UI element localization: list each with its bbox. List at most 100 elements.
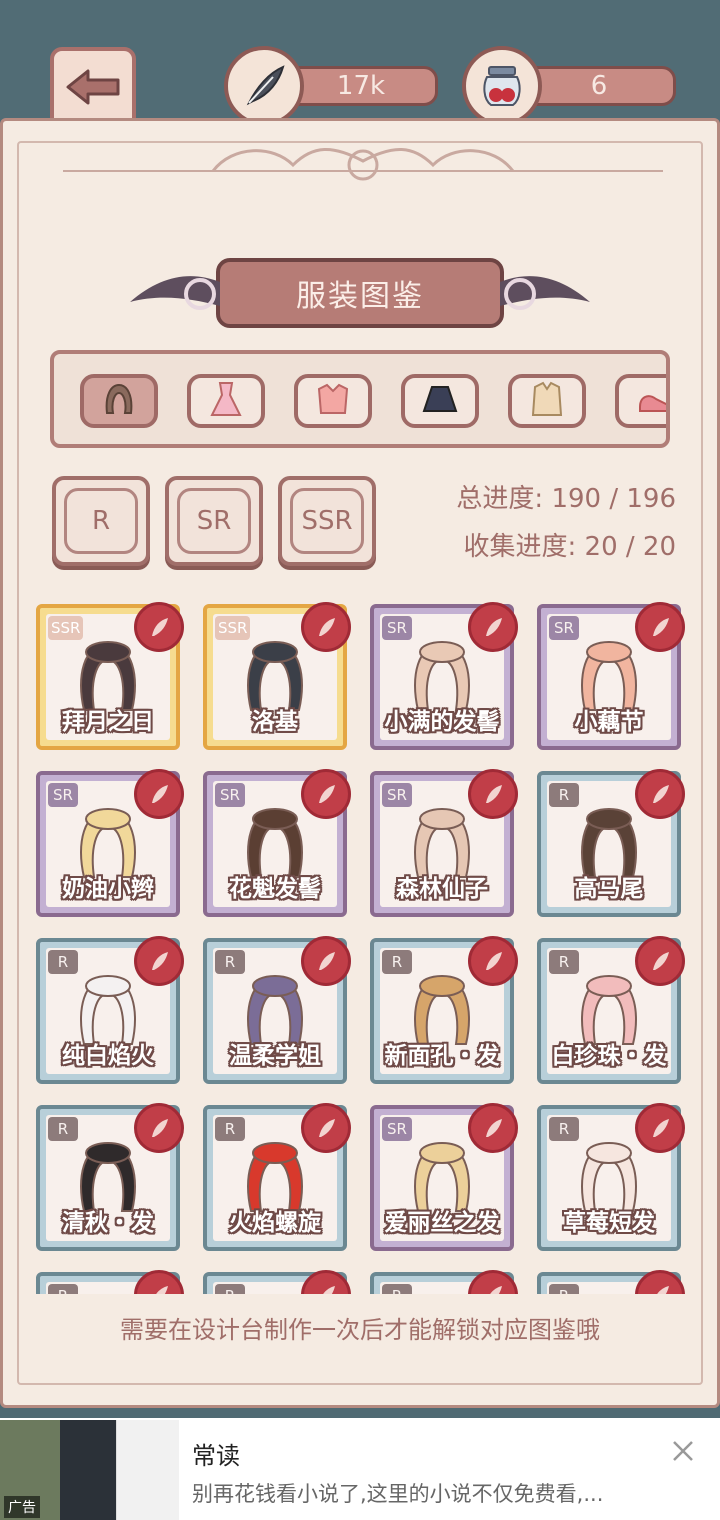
feather-icon — [224, 46, 304, 126]
card-name: 森林仙子 — [396, 876, 488, 902]
card-name: 新面孔・发 — [384, 1043, 500, 1069]
collection-card[interactable]: R 新面孔・发 — [370, 936, 518, 1084]
ornament-divider — [63, 148, 663, 181]
wax-seal-icon — [468, 936, 518, 986]
rarity-badge: R — [382, 1284, 412, 1294]
collection-card[interactable]: SR 奶油小辫 — [36, 769, 184, 917]
collection-card[interactable]: R — [36, 1270, 184, 1294]
page-title-text: 服装图鉴 — [296, 279, 424, 314]
wax-seal-icon — [635, 1270, 685, 1294]
collection-card[interactable]: SR 小满的发髻 — [370, 602, 518, 750]
arrow-left-icon — [64, 67, 122, 111]
collection-card[interactable]: R — [370, 1270, 518, 1294]
wax-seal-icon — [635, 602, 685, 652]
collection-card[interactable]: R 草莓短发 — [537, 1103, 685, 1251]
collection-card[interactable]: R 纯白焰火 — [36, 936, 184, 1084]
category-tabs — [50, 350, 670, 448]
card-name: 温柔学姐 — [229, 1043, 321, 1069]
collection-card[interactable]: SR 爱丽丝之发 — [370, 1103, 518, 1251]
wax-seal-icon — [134, 602, 184, 652]
filter-r-label: R — [91, 506, 111, 536]
card-name: 奶油小辫 — [62, 876, 154, 902]
banner-wing-left — [130, 276, 220, 310]
wax-seal-icon — [635, 1103, 685, 1153]
collect-progress: 收集进度: 20 / 20 — [463, 532, 676, 562]
rarity-badge: R — [549, 1284, 579, 1294]
collection-card[interactable]: R — [537, 1270, 685, 1294]
wax-seal-icon — [134, 769, 184, 819]
rarity-badge: R — [48, 1284, 78, 1294]
collection-card[interactable]: SSR 洛基 — [203, 602, 351, 750]
wax-seal-icon — [301, 602, 351, 652]
filter-ssr-button[interactable]: SSR — [278, 476, 376, 566]
ad-banner[interactable]: 广告 常读 别再花钱看小说了,这里的小说不仅免费看,... — [0, 1418, 720, 1520]
card-name: 花魁发髻 — [229, 876, 321, 902]
banner-wing-right — [500, 276, 590, 310]
wax-seal-icon — [468, 602, 518, 652]
tab-jacket[interactable] — [508, 374, 586, 428]
collection-card[interactable]: SR 花魁发髻 — [203, 769, 351, 917]
collection-card[interactable]: R 白珍珠・发 — [537, 936, 685, 1084]
filter-r-button[interactable]: R — [52, 476, 150, 566]
card-name: 火焰螺旋 — [229, 1210, 321, 1236]
collection-card[interactable]: R 温柔学姐 — [203, 936, 351, 1084]
shoe-icon — [634, 379, 666, 423]
close-icon[interactable] — [670, 1438, 696, 1464]
card-name: 洛基 — [252, 709, 298, 735]
collection-card[interactable]: R 高马尾 — [537, 769, 685, 917]
wax-seal-icon — [468, 1103, 518, 1153]
ad-thumbnail-phone — [60, 1420, 116, 1520]
wax-seal-icon — [301, 936, 351, 986]
collection-card[interactable]: R 火焰螺旋 — [203, 1103, 351, 1251]
card-name: 小满的发髻 — [384, 709, 500, 735]
filter-ssr-label: SSR — [301, 506, 353, 536]
wax-seal-icon — [468, 769, 518, 819]
hair-icon — [99, 379, 139, 423]
ad-description: 别再花钱看小说了,这里的小说不仅免费看,... — [192, 1482, 604, 1506]
unlock-hint: 需要在设计台制作一次后才能解锁对应图鉴哦 — [120, 1316, 600, 1344]
card-name: 小藕节 — [574, 709, 644, 735]
filter-sr-label: SR — [196, 506, 232, 536]
card-name: 纯白焰火 — [62, 1043, 154, 1069]
collection-card[interactable]: R 清秋・发 — [36, 1103, 184, 1251]
card-name: 爱丽丝之发 — [384, 1210, 500, 1236]
collection-card[interactable]: R — [203, 1270, 351, 1294]
jar-resource: 6 — [462, 46, 678, 126]
tab-shoe[interactable] — [615, 374, 666, 428]
wax-seal-icon — [134, 1270, 184, 1294]
wax-seal-icon — [635, 769, 685, 819]
collection-card[interactable]: SR 森林仙子 — [370, 769, 518, 917]
ad-thumbnail-person: 广告 — [0, 1420, 60, 1520]
tab-dress[interactable] — [187, 374, 265, 428]
wax-seal-icon — [301, 1103, 351, 1153]
ad-title: 常读 — [192, 1442, 240, 1470]
collection-grid: SSR 拜月之日 SSR 洛基 SR 小满的发髻 SR 小藕节 SR 奶油小辫 SR 花魁发髻 SR 森林… — [30, 596, 690, 1294]
collection-card[interactable]: SSR 拜月之日 — [36, 602, 184, 750]
wax-seal-icon — [468, 1270, 518, 1294]
wax-seal-icon — [635, 936, 685, 986]
page-title: 服装图鉴 — [216, 258, 504, 328]
tab-top[interactable] — [294, 374, 372, 428]
total-progress: 总进度: 190 / 196 — [456, 484, 676, 514]
ad-tag: 广告 — [4, 1496, 40, 1518]
top-icon — [313, 379, 353, 423]
filter-sr-button[interactable]: SR — [165, 476, 263, 566]
rarity-badge: R — [215, 1284, 245, 1294]
jacket-icon — [527, 379, 567, 423]
feather-count: 17k — [284, 66, 438, 106]
jam-jar-icon — [462, 46, 542, 126]
wax-seal-icon — [134, 1103, 184, 1153]
card-name: 拜月之日 — [62, 709, 154, 735]
tab-hair[interactable] — [80, 374, 158, 428]
card-name: 清秋・发 — [62, 1210, 154, 1236]
wax-seal-icon — [301, 769, 351, 819]
wax-seal-icon — [301, 1270, 351, 1294]
jar-count: 6 — [522, 66, 676, 106]
wax-seal-icon — [134, 936, 184, 986]
card-name: 高马尾 — [574, 876, 644, 902]
collection-card[interactable]: SR 小藕节 — [537, 602, 685, 750]
tab-skirt[interactable] — [401, 374, 479, 428]
card-name: 草莓短发 — [563, 1210, 655, 1236]
feather-resource: 17k — [224, 46, 440, 126]
card-name: 白珍珠・发 — [551, 1043, 667, 1069]
